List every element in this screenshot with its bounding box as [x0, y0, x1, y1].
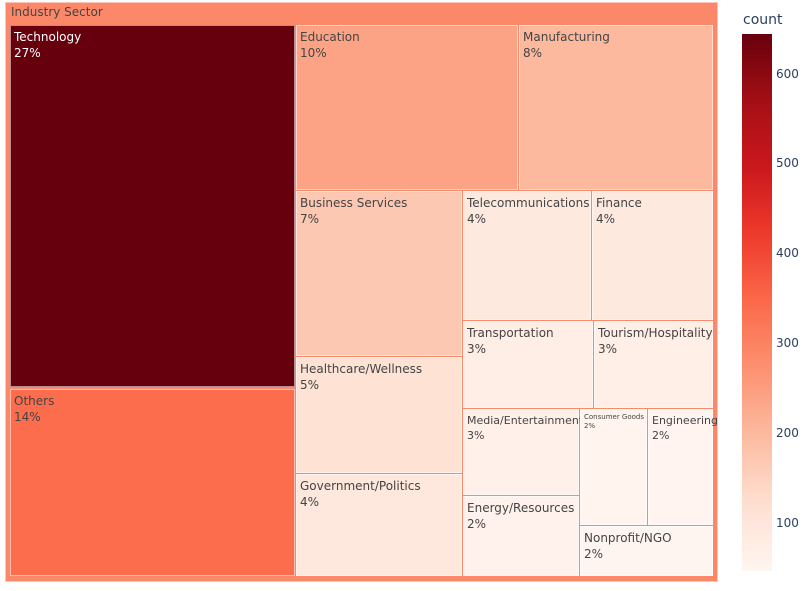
tile-percent: 5%	[300, 378, 320, 392]
tile-percent: 4%	[300, 495, 320, 509]
tile-label: Telecommunications 4%	[467, 195, 589, 227]
tile-manufacturing[interactable]: Manufacturing 8%	[519, 25, 713, 190]
tile-finance[interactable]: Finance 4%	[592, 191, 713, 320]
tile-label: Healthcare/Wellness 5%	[300, 361, 422, 393]
tile-label: Others 14%	[14, 393, 54, 425]
colorbar-tick-label: 300	[776, 335, 799, 350]
tile-healthcare-wellness[interactable]: Healthcare/Wellness 5%	[296, 357, 462, 473]
tile-percent: 14%	[14, 410, 41, 424]
tile-name: Finance	[596, 196, 642, 210]
tile-percent: 4%	[467, 212, 487, 226]
tile-percent: 3%	[467, 429, 485, 442]
tile-label: Tourism/Hospitality 3%	[598, 325, 713, 357]
tile-name: Media/Entertainment	[467, 414, 584, 427]
colorbar-tick-label: 200	[776, 425, 799, 440]
tile-nonprofit-ngo[interactable]: Nonprofit/NGO 2%	[580, 526, 713, 576]
treemap-chart: Industry Sector Technology 27% Others 14% Ed…	[0, 0, 805, 591]
tile-percent: 4%	[596, 212, 616, 226]
tile-name: Engineering	[652, 414, 718, 427]
tile-name: Consumer Goods	[584, 413, 644, 421]
tile-technology[interactable]: Technology 27%	[10, 25, 295, 387]
tile-education[interactable]: Education 10%	[296, 25, 518, 190]
tile-transportation[interactable]: Transportation 3%	[463, 321, 593, 408]
tile-label: Manufacturing 8%	[523, 29, 610, 61]
colorbar-tick-label: 100	[776, 515, 799, 530]
tile-label: Energy/Resources 2%	[467, 500, 574, 532]
tile-label: Business Services 7%	[300, 195, 407, 227]
tile-percent: 2%	[584, 422, 596, 430]
tile-name: Telecommunications	[467, 196, 590, 210]
tile-media-entertainment[interactable]: Media/Entertainment 3%	[463, 409, 583, 495]
tile-others[interactable]: Others 14%	[10, 389, 295, 576]
tile-name: Education	[300, 30, 360, 44]
tile-name: Business Services	[300, 196, 408, 210]
tile-name: Manufacturing	[523, 30, 610, 44]
tile-label: Transportation 3%	[467, 325, 554, 357]
tile-percent: 2%	[652, 429, 670, 442]
tile-label: Media/Entertainment 3%	[467, 413, 583, 443]
tile-name: Energy/Resources	[467, 501, 575, 515]
tile-name: Nonprofit/NGO	[584, 531, 672, 545]
colorbar-tick-label: 400	[776, 246, 799, 261]
tile-percent: 7%	[300, 212, 320, 226]
tile-percent: 3%	[467, 342, 487, 356]
tile-energy-resources[interactable]: Energy/Resources 2%	[463, 496, 579, 576]
tile-label: Technology 27%	[14, 29, 81, 61]
tile-name: Tourism/Hospitality	[598, 326, 713, 340]
tile-telecommunications[interactable]: Telecommunications 4%	[463, 191, 591, 320]
colorbar	[742, 34, 772, 571]
tile-tourism-hospitality[interactable]: Tourism/Hospitality 3%	[594, 321, 713, 408]
tile-label: Nonprofit/NGO 2%	[584, 530, 672, 562]
tile-label: Government/Politics 4%	[300, 478, 421, 510]
tile-percent: 10%	[300, 46, 327, 60]
root-label: Industry Sector	[11, 5, 103, 19]
tile-label: Finance 4%	[596, 195, 642, 227]
colorbar-title: count	[743, 12, 783, 28]
tile-percent: 2%	[467, 517, 487, 531]
tile-engineering[interactable]: Engineering 2%	[648, 409, 718, 525]
colorbar-tick-label: 600	[776, 66, 799, 81]
tile-percent: 3%	[598, 342, 618, 356]
tile-label: Education 10%	[300, 29, 360, 61]
colorbar-tick-label: 500	[776, 156, 799, 171]
tile-name: Others	[14, 394, 55, 408]
tile-name: Transportation	[467, 326, 554, 340]
tile-consumer-goods[interactable]: Consumer Goods 2%	[580, 409, 647, 525]
tile-name: Healthcare/Wellness	[300, 362, 423, 376]
tile-percent: 2%	[584, 547, 604, 561]
tile-business-services[interactable]: Business Services 7%	[296, 191, 462, 356]
tile-percent: 27%	[14, 46, 41, 60]
tile-label: Consumer Goods 2%	[584, 413, 644, 431]
tile-label: Engineering 2%	[652, 413, 718, 443]
tile-government-politics[interactable]: Government/Politics 4%	[296, 474, 462, 576]
tile-name: Government/Politics	[300, 479, 421, 493]
tile-percent: 8%	[523, 46, 543, 60]
tile-name: Technology	[14, 30, 82, 44]
